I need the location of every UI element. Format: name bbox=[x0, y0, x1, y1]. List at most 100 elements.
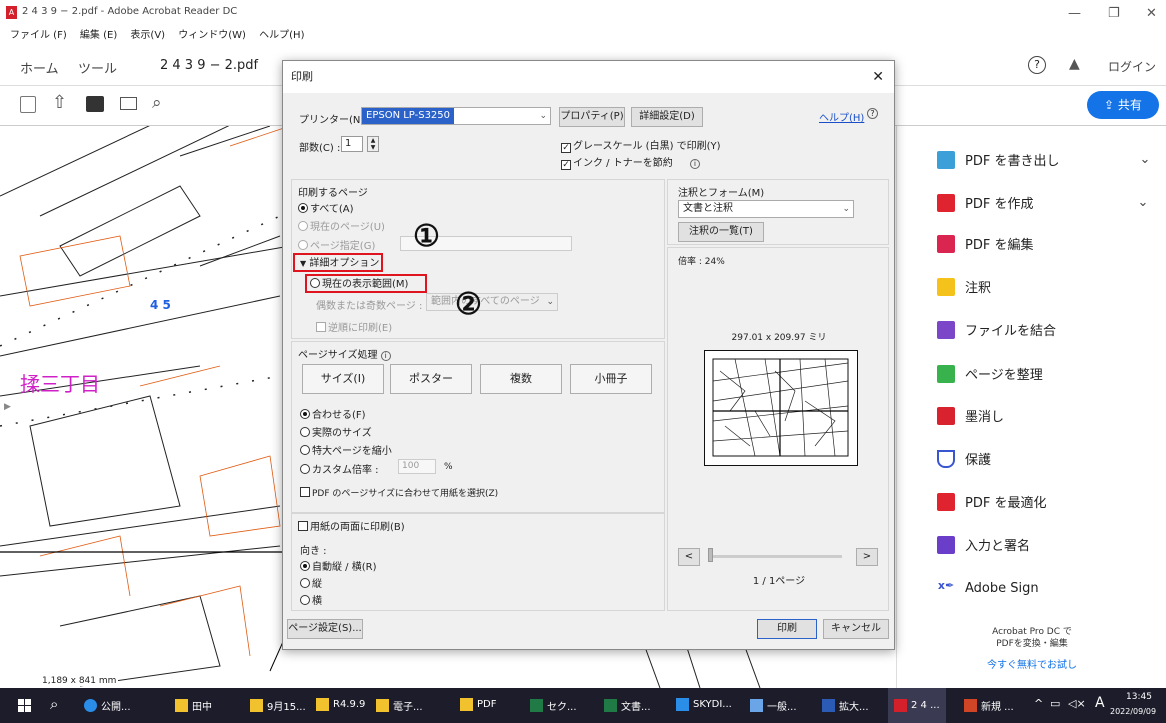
reverse-order-checkbox[interactable] bbox=[316, 322, 326, 332]
auto-orientation-option[interactable]: 自動縦 / 横(R) bbox=[300, 558, 376, 573]
fit-radio[interactable] bbox=[300, 409, 310, 419]
bell-icon[interactable]: ▲ bbox=[1069, 56, 1080, 72]
page-setup-button[interactable]: ページ設定(S)... bbox=[287, 619, 363, 639]
current-page-radio[interactable] bbox=[298, 221, 308, 231]
shrink-option[interactable]: 特大ページを縮小 bbox=[300, 442, 392, 457]
organize-pages-tool[interactable]: ページを整理 bbox=[937, 364, 1043, 383]
info-icon[interactable]: i bbox=[380, 351, 391, 361]
next-page-button[interactable]: > bbox=[856, 548, 878, 566]
redact-tool[interactable]: 墨消し bbox=[937, 406, 1004, 425]
left-collapse-arrow[interactable]: ▶ bbox=[4, 402, 11, 412]
protect-tool[interactable]: 保護 bbox=[937, 449, 991, 468]
taskbar-item[interactable]: PDF bbox=[460, 698, 496, 711]
close-icon[interactable]: ✕ bbox=[872, 61, 884, 93]
taskbar-item[interactable]: セク... bbox=[530, 698, 577, 713]
current-page-option[interactable]: 現在のページ(U) bbox=[298, 218, 385, 233]
landscape-radio[interactable] bbox=[300, 595, 310, 605]
prev-page-button[interactable]: < bbox=[678, 548, 700, 566]
size-button[interactable]: サイズ(I) bbox=[302, 364, 384, 394]
minimize-button[interactable]: — bbox=[1068, 6, 1081, 21]
portrait-radio[interactable] bbox=[300, 578, 310, 588]
login-link[interactable]: ログイン bbox=[1108, 58, 1156, 75]
create-pdf-tool[interactable]: PDF を作成 ⌄ bbox=[937, 193, 1148, 212]
taskbar-item-active[interactable]: 2 4 ... bbox=[888, 688, 946, 723]
clock-date[interactable]: 2022/09/09 bbox=[1110, 707, 1156, 716]
custom-scale-input[interactable]: 100 bbox=[398, 459, 436, 474]
taskbar-item[interactable]: 公開... bbox=[84, 698, 131, 713]
all-pages-option[interactable]: すべて(A) bbox=[298, 200, 354, 215]
tab-document[interactable]: 2 4 3 9 − 2.pdf bbox=[160, 58, 258, 73]
portrait-option[interactable]: 縦 bbox=[300, 575, 322, 590]
export-pdf-tool[interactable]: PDF を書き出し ⌄ bbox=[937, 150, 1150, 169]
poster-button[interactable]: ポスター bbox=[390, 364, 472, 394]
taskbar-item[interactable]: 新規 ... bbox=[964, 698, 1014, 713]
page-slider-thumb[interactable] bbox=[708, 548, 713, 562]
reverse-order-option[interactable]: 逆順に印刷(E) bbox=[316, 319, 392, 334]
tab-tools[interactable]: ツール bbox=[78, 58, 117, 77]
properties-button[interactable]: プロパティ(P) bbox=[559, 107, 625, 127]
close-window-button[interactable]: ✕ bbox=[1146, 6, 1157, 21]
chevron-down-icon[interactable]: ⌄ bbox=[1139, 152, 1150, 167]
choose-paper-option[interactable]: PDF のページサイズに合わせて用紙を選択(Z) bbox=[300, 486, 498, 499]
grayscale-checkbox[interactable]: ✓ bbox=[561, 143, 571, 153]
printer-select[interactable]: EPSON LP-S3250 ⌄ bbox=[361, 107, 551, 125]
page-range-option[interactable]: ページ指定(G) bbox=[298, 237, 375, 252]
odd-even-select[interactable]: 範囲内のすべてのページ ⌄ bbox=[426, 293, 558, 311]
tab-home[interactable]: ホーム bbox=[20, 58, 59, 77]
menu-help[interactable]: ヘルプ(H) bbox=[259, 26, 304, 46]
duplex-checkbox[interactable] bbox=[298, 521, 308, 531]
email-icon[interactable] bbox=[120, 97, 137, 110]
taskbar-item[interactable]: 9月15... bbox=[250, 698, 306, 713]
taskbar-item[interactable]: 田中 bbox=[175, 698, 212, 713]
fill-sign-tool[interactable]: 入力と署名 bbox=[937, 535, 1030, 554]
taskbar-item[interactable]: 拡大... bbox=[822, 698, 869, 713]
booklet-button[interactable]: 小冊子 bbox=[570, 364, 652, 394]
actual-size-option[interactable]: 実際のサイズ bbox=[300, 424, 372, 439]
copies-stepper[interactable]: ▲ ▼ bbox=[367, 136, 379, 152]
taskbar-item[interactable]: 一般... bbox=[750, 698, 797, 713]
share-button[interactable]: ⇪ 共有 bbox=[1087, 91, 1159, 119]
taskbar-item[interactable]: 電子... bbox=[376, 698, 423, 713]
actual-size-radio[interactable] bbox=[300, 427, 310, 437]
help-link[interactable]: ヘルプ(H) bbox=[819, 109, 864, 124]
taskbar-item[interactable]: 文書... bbox=[604, 698, 651, 713]
chevron-down-icon[interactable]: ⌄ bbox=[1137, 195, 1148, 210]
menu-window[interactable]: ウィンドウ(W) bbox=[178, 26, 246, 46]
edit-pdf-tool[interactable]: PDF を編集 bbox=[937, 234, 1033, 253]
optimize-pdf-tool[interactable]: PDF を最適化 bbox=[937, 492, 1046, 511]
auto-orientation-radio[interactable] bbox=[300, 561, 310, 571]
taskbar-item[interactable]: R4.9.9 bbox=[316, 698, 365, 711]
search-icon[interactable]: ⌕ bbox=[50, 695, 58, 713]
page-slider[interactable] bbox=[708, 555, 842, 558]
print-icon[interactable] bbox=[86, 96, 104, 112]
comment-tool[interactable]: 注釈 bbox=[937, 277, 991, 296]
menu-view[interactable]: 表示(V) bbox=[130, 26, 165, 46]
help-icon[interactable]: ? bbox=[1028, 56, 1046, 74]
page-range-radio[interactable] bbox=[298, 240, 308, 250]
help-circle-icon[interactable]: ? bbox=[867, 108, 878, 119]
info-icon[interactable]: i bbox=[689, 159, 700, 169]
multiple-button[interactable]: 複数 bbox=[480, 364, 562, 394]
maximize-button[interactable]: ❐ bbox=[1108, 6, 1120, 21]
zoom-icon[interactable]: ⌕ bbox=[152, 93, 162, 113]
windows-start-icon[interactable] bbox=[18, 699, 31, 712]
save-icon[interactable] bbox=[20, 96, 36, 113]
save-ink-checkbox[interactable]: ✓ bbox=[561, 160, 571, 170]
copies-input[interactable]: 1 bbox=[341, 136, 363, 152]
comments-select[interactable]: 文書と注釈 ⌄ bbox=[678, 200, 854, 218]
taskbar-item[interactable]: SKYDI... bbox=[676, 698, 732, 711]
shrink-radio[interactable] bbox=[300, 445, 310, 455]
network-icon[interactable]: ▭ bbox=[1050, 697, 1060, 710]
promo-link[interactable]: 今すぐ無料でお試し bbox=[897, 656, 1166, 671]
custom-scale-option[interactable]: カスタム倍率 : bbox=[300, 461, 379, 476]
menu-edit[interactable]: 編集 (E) bbox=[80, 26, 117, 46]
landscape-option[interactable]: 横 bbox=[300, 592, 322, 607]
comments-list-button[interactable]: 注釈の一覧(T) bbox=[678, 222, 764, 242]
duplex-option[interactable]: 用紙の両面に印刷(B) bbox=[298, 518, 405, 533]
all-pages-radio[interactable] bbox=[298, 203, 308, 213]
ime-indicator[interactable]: A bbox=[1095, 695, 1105, 711]
adobe-sign-tool[interactable]: x✒ Adobe Sign bbox=[937, 579, 1039, 597]
cancel-button[interactable]: キャンセル bbox=[823, 619, 889, 639]
volume-icon[interactable]: ◁× bbox=[1068, 697, 1086, 710]
custom-scale-radio[interactable] bbox=[300, 464, 310, 474]
